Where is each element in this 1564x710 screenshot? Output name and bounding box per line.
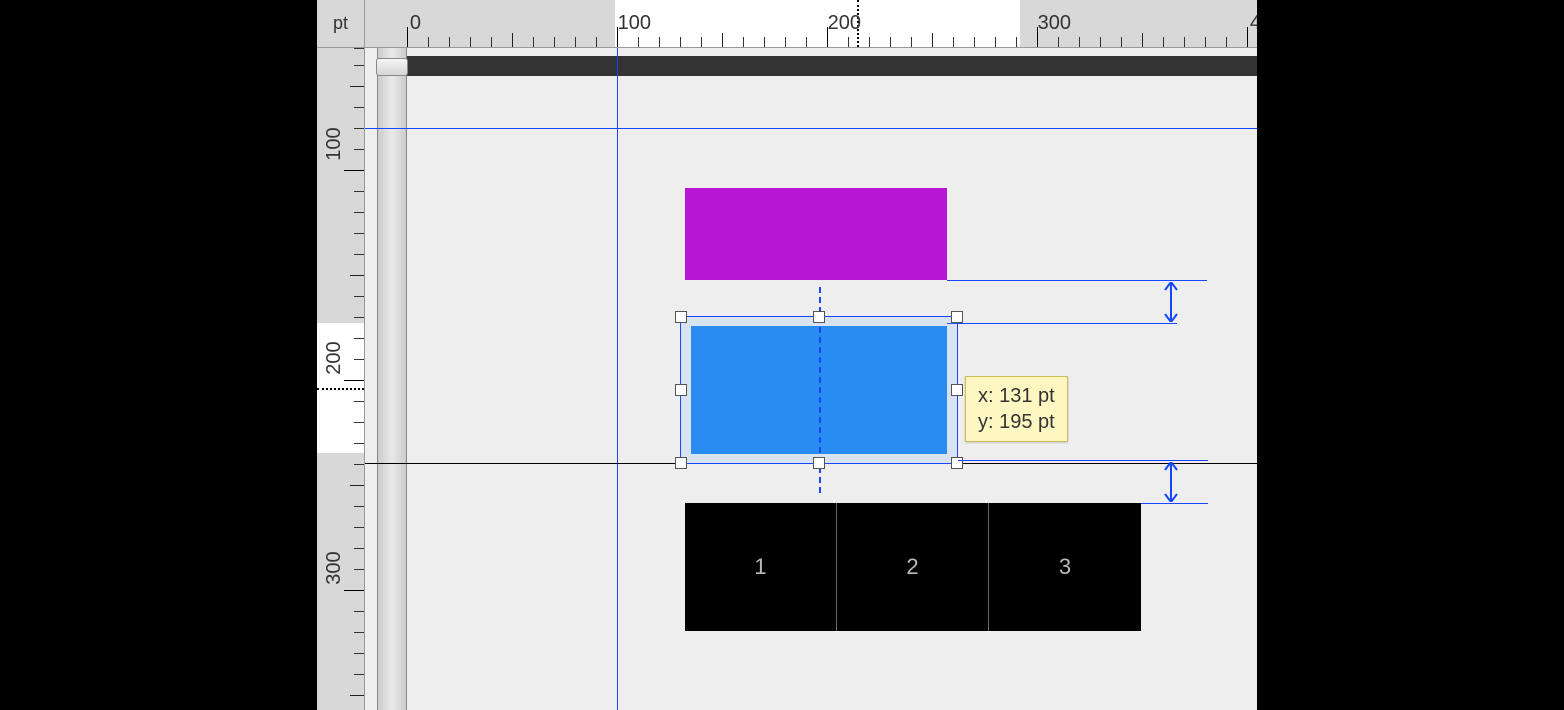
- tooltip-y: y: 195 pt: [978, 409, 1055, 435]
- ruler-h-label: 300: [1038, 12, 1071, 35]
- shape-rect-blue[interactable]: [691, 326, 947, 454]
- shape-rect-black-3[interactable]: 3: [989, 503, 1141, 631]
- ruler-v-label: 300: [323, 551, 346, 584]
- spacing-guide-line: [1140, 503, 1208, 504]
- baseline: [365, 463, 1257, 464]
- spacing-guide-line: [947, 323, 1177, 324]
- ruler-unit-label: pt: [333, 13, 348, 34]
- ruler-horizontal[interactable]: 0 100 200: [365, 0, 1257, 48]
- shape-rect-purple[interactable]: [685, 188, 947, 280]
- spacing-guide-line: [947, 280, 1207, 281]
- ruler-h-ticks: 0 100 200: [365, 0, 1257, 47]
- gutter-handle[interactable]: [376, 58, 408, 76]
- shape-rect-black-2[interactable]: 2: [837, 503, 989, 631]
- canvas[interactable]: x: 131 pt y: 195 pt 1 2 3: [365, 48, 1257, 710]
- spacing-arrow-icon: [1163, 462, 1179, 502]
- guide-horizontal[interactable]: [365, 128, 1257, 129]
- selection-handle-nw[interactable]: [675, 311, 687, 323]
- shape-rect-black-1[interactable]: 1: [685, 503, 837, 631]
- guide-vertical[interactable]: [617, 48, 618, 710]
- selection-handle-ne[interactable]: [951, 311, 963, 323]
- margin-gutter[interactable]: [377, 48, 407, 710]
- tooltip-x: x: 131 pt: [978, 383, 1055, 409]
- spacing-arrow-icon: [1163, 282, 1179, 322]
- ruler-v-ticks: 100 200 300: [317, 48, 364, 710]
- black-label: 2: [906, 554, 918, 580]
- ruler-h-label: 100: [618, 12, 651, 35]
- ruler-vertical[interactable]: 100 200 300: [317, 48, 365, 710]
- position-tooltip: x: 131 pt y: 195 pt: [965, 376, 1068, 442]
- selection-handle-e[interactable]: [951, 384, 963, 396]
- ruler-h-label: 4: [1250, 12, 1257, 35]
- spacing-guide-line: [958, 460, 1208, 461]
- ruler-unit-corner[interactable]: pt: [317, 0, 365, 48]
- ruler-h-label: 0: [410, 12, 421, 35]
- black-label: 3: [1059, 554, 1071, 580]
- selection-handle-w[interactable]: [675, 384, 687, 396]
- selection-handle-n[interactable]: [813, 311, 825, 323]
- ruler-h-label: 200: [828, 12, 861, 35]
- shape-row-black[interactable]: 1 2 3: [685, 503, 1141, 631]
- ruler-v-label: 200: [323, 341, 346, 374]
- editor-viewport: pt 0 100 200: [317, 0, 1257, 710]
- black-label: 1: [754, 554, 766, 580]
- ruler-v-label: 100: [323, 127, 346, 160]
- page-top-edge: [407, 56, 1257, 76]
